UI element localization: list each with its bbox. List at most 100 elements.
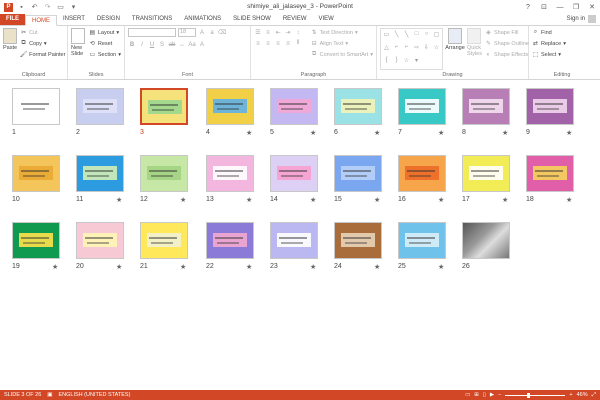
- slide-thumbnail[interactable]: [462, 222, 510, 259]
- justify-icon[interactable]: ≡: [284, 40, 292, 48]
- animation-star-icon[interactable]: ★: [246, 196, 252, 204]
- sign-in[interactable]: Sign in: [567, 15, 596, 23]
- slide-thumbnail[interactable]: [140, 222, 188, 259]
- font-name-box[interactable]: [128, 28, 176, 37]
- slide-thumbnail[interactable]: [12, 88, 60, 125]
- slide-thumbnail[interactable]: [270, 222, 318, 259]
- slide-thumbnail[interactable]: [12, 222, 60, 259]
- slide-thumbnail[interactable]: [76, 222, 124, 259]
- font-color-icon[interactable]: A: [198, 41, 206, 49]
- help-button[interactable]: ?: [520, 0, 536, 14]
- cut-button[interactable]: ✂ Cut: [20, 28, 65, 37]
- slide-thumbnail[interactable]: [76, 88, 124, 125]
- animation-star-icon[interactable]: ★: [310, 129, 316, 137]
- slide-thumbnail[interactable]: [270, 155, 318, 192]
- slide-thumbnail[interactable]: [206, 88, 254, 125]
- restore-button[interactable]: ❐: [568, 0, 584, 14]
- slide-thumbnail[interactable]: [206, 155, 254, 192]
- minimize-button[interactable]: —: [552, 0, 568, 14]
- slide-thumbnail[interactable]: [398, 155, 446, 192]
- slide-thumbnail[interactable]: [206, 222, 254, 259]
- format-painter-button[interactable]: 🖌 Format Painter: [20, 50, 66, 59]
- shapes-gallery[interactable]: ▭ ╲ ╲ □ ○ ▢ △ ⌐ ⌐ ⇨ ⇩ ☆ { } ☆ ▾: [380, 28, 443, 70]
- animation-star-icon[interactable]: ★: [438, 129, 444, 137]
- strikethrough-icon[interactable]: ab: [168, 41, 176, 49]
- animation-star-icon[interactable]: ★: [374, 196, 380, 204]
- start-from-beginning-icon[interactable]: ▭: [56, 3, 65, 12]
- star-shape-icon[interactable]: ☆: [432, 43, 441, 51]
- char-spacing-icon[interactable]: ↔: [178, 41, 186, 49]
- tab-review[interactable]: REVIEW: [277, 14, 313, 25]
- brace-shape-icon[interactable]: {: [382, 56, 391, 64]
- animation-star-icon[interactable]: ★: [566, 196, 572, 204]
- animation-star-icon[interactable]: ★: [438, 263, 444, 271]
- reading-view-icon[interactable]: ▯: [483, 392, 486, 398]
- tab-design[interactable]: DESIGN: [91, 14, 126, 25]
- change-case-icon[interactable]: Aa: [188, 41, 196, 49]
- rounded-rectangle-shape-icon[interactable]: ▢: [432, 30, 441, 38]
- clear-format-icon[interactable]: ⌫: [218, 29, 226, 37]
- customize-qat-icon[interactable]: ▾: [69, 3, 78, 12]
- animation-star-icon[interactable]: ★: [566, 129, 572, 137]
- connector-shape-icon[interactable]: ⌐: [392, 43, 401, 51]
- slide-thumbnail[interactable]: [462, 88, 510, 125]
- animation-star-icon[interactable]: ★: [246, 263, 252, 271]
- select-button[interactable]: ⬚ Select ▾: [532, 50, 566, 59]
- slide-thumbnail[interactable]: [398, 222, 446, 259]
- animation-star-icon[interactable]: ★: [438, 196, 444, 204]
- star-shape-icon[interactable]: ☆: [402, 56, 411, 64]
- tab-slide-show[interactable]: SLIDE SHOW: [227, 14, 277, 25]
- language-indicator[interactable]: ENGLISH (UNITED STATES): [59, 392, 131, 398]
- slide-sorter-view-icon[interactable]: ⊞: [474, 392, 479, 398]
- align-right-icon[interactable]: ≡: [274, 40, 282, 48]
- reset-button[interactable]: ⟲ Reset: [89, 39, 121, 48]
- copy-button[interactable]: ⧉ Copy ▾: [20, 39, 65, 48]
- columns-icon[interactable]: ⫴: [294, 40, 302, 48]
- increase-indent-icon[interactable]: ⇥: [284, 29, 292, 37]
- slide-thumbnail[interactable]: [76, 155, 124, 192]
- slide-thumbnail[interactable]: [526, 88, 574, 125]
- align-center-icon[interactable]: ≡: [264, 40, 272, 48]
- normal-view-icon[interactable]: ▭: [465, 392, 470, 398]
- shape-outline-button[interactable]: ✎ Shape Outline: [485, 39, 529, 48]
- slide-thumbnail[interactable]: [12, 155, 60, 192]
- line-shape-icon[interactable]: ╲: [402, 30, 411, 38]
- line-shape-icon[interactable]: ╲: [392, 30, 401, 38]
- slide-thumbnail[interactable]: [140, 155, 188, 192]
- textbox-shape-icon[interactable]: ▭: [382, 30, 391, 38]
- slide-thumbnail[interactable]: [526, 155, 574, 192]
- oval-shape-icon[interactable]: ○: [422, 30, 431, 38]
- shadow-icon[interactable]: S: [158, 41, 166, 49]
- underline-icon[interactable]: U: [148, 41, 156, 49]
- animation-star-icon[interactable]: ★: [502, 196, 508, 204]
- rectangle-shape-icon[interactable]: □: [412, 30, 421, 38]
- decrease-indent-icon[interactable]: ⇤: [274, 29, 282, 37]
- animation-star-icon[interactable]: ★: [310, 196, 316, 204]
- italic-icon[interactable]: I: [138, 41, 146, 49]
- undo-icon[interactable]: ↶: [30, 3, 39, 12]
- ribbon-display-options-icon[interactable]: ⊡: [536, 0, 552, 14]
- spellcheck-icon[interactable]: ▣: [47, 392, 52, 398]
- slide-thumbnail[interactable]: [140, 88, 188, 125]
- convert-smartart-button[interactable]: ⧉ Convert to SmartArt ▾: [311, 50, 373, 59]
- slide-show-view-icon[interactable]: ▶: [490, 392, 494, 398]
- tab-animations[interactable]: ANIMATIONS: [178, 14, 227, 25]
- redo-icon[interactable]: ↷: [43, 3, 52, 12]
- animation-star-icon[interactable]: ★: [502, 129, 508, 137]
- align-text-button[interactable]: ⊟ Align Text ▾: [311, 39, 373, 48]
- animation-star-icon[interactable]: ★: [52, 263, 58, 271]
- arrow-down-shape-icon[interactable]: ⇩: [422, 43, 431, 51]
- animation-star-icon[interactable]: ★: [374, 263, 380, 271]
- close-button[interactable]: ✕: [584, 0, 600, 14]
- tab-view[interactable]: VIEW: [313, 14, 340, 25]
- shape-fill-button[interactable]: ◈ Shape Fill: [485, 28, 529, 37]
- bullets-icon[interactable]: ☰: [254, 29, 262, 37]
- animation-star-icon[interactable]: ★: [180, 196, 186, 204]
- slide-thumbnail[interactable]: [270, 88, 318, 125]
- zoom-level[interactable]: 46%: [577, 392, 588, 398]
- animation-star-icon[interactable]: ★: [246, 129, 252, 137]
- grow-font-icon[interactable]: A: [198, 29, 206, 37]
- zoom-out-icon[interactable]: −: [498, 392, 501, 398]
- line-spacing-icon[interactable]: ↕: [294, 29, 302, 37]
- tab-file[interactable]: FILE: [0, 14, 25, 25]
